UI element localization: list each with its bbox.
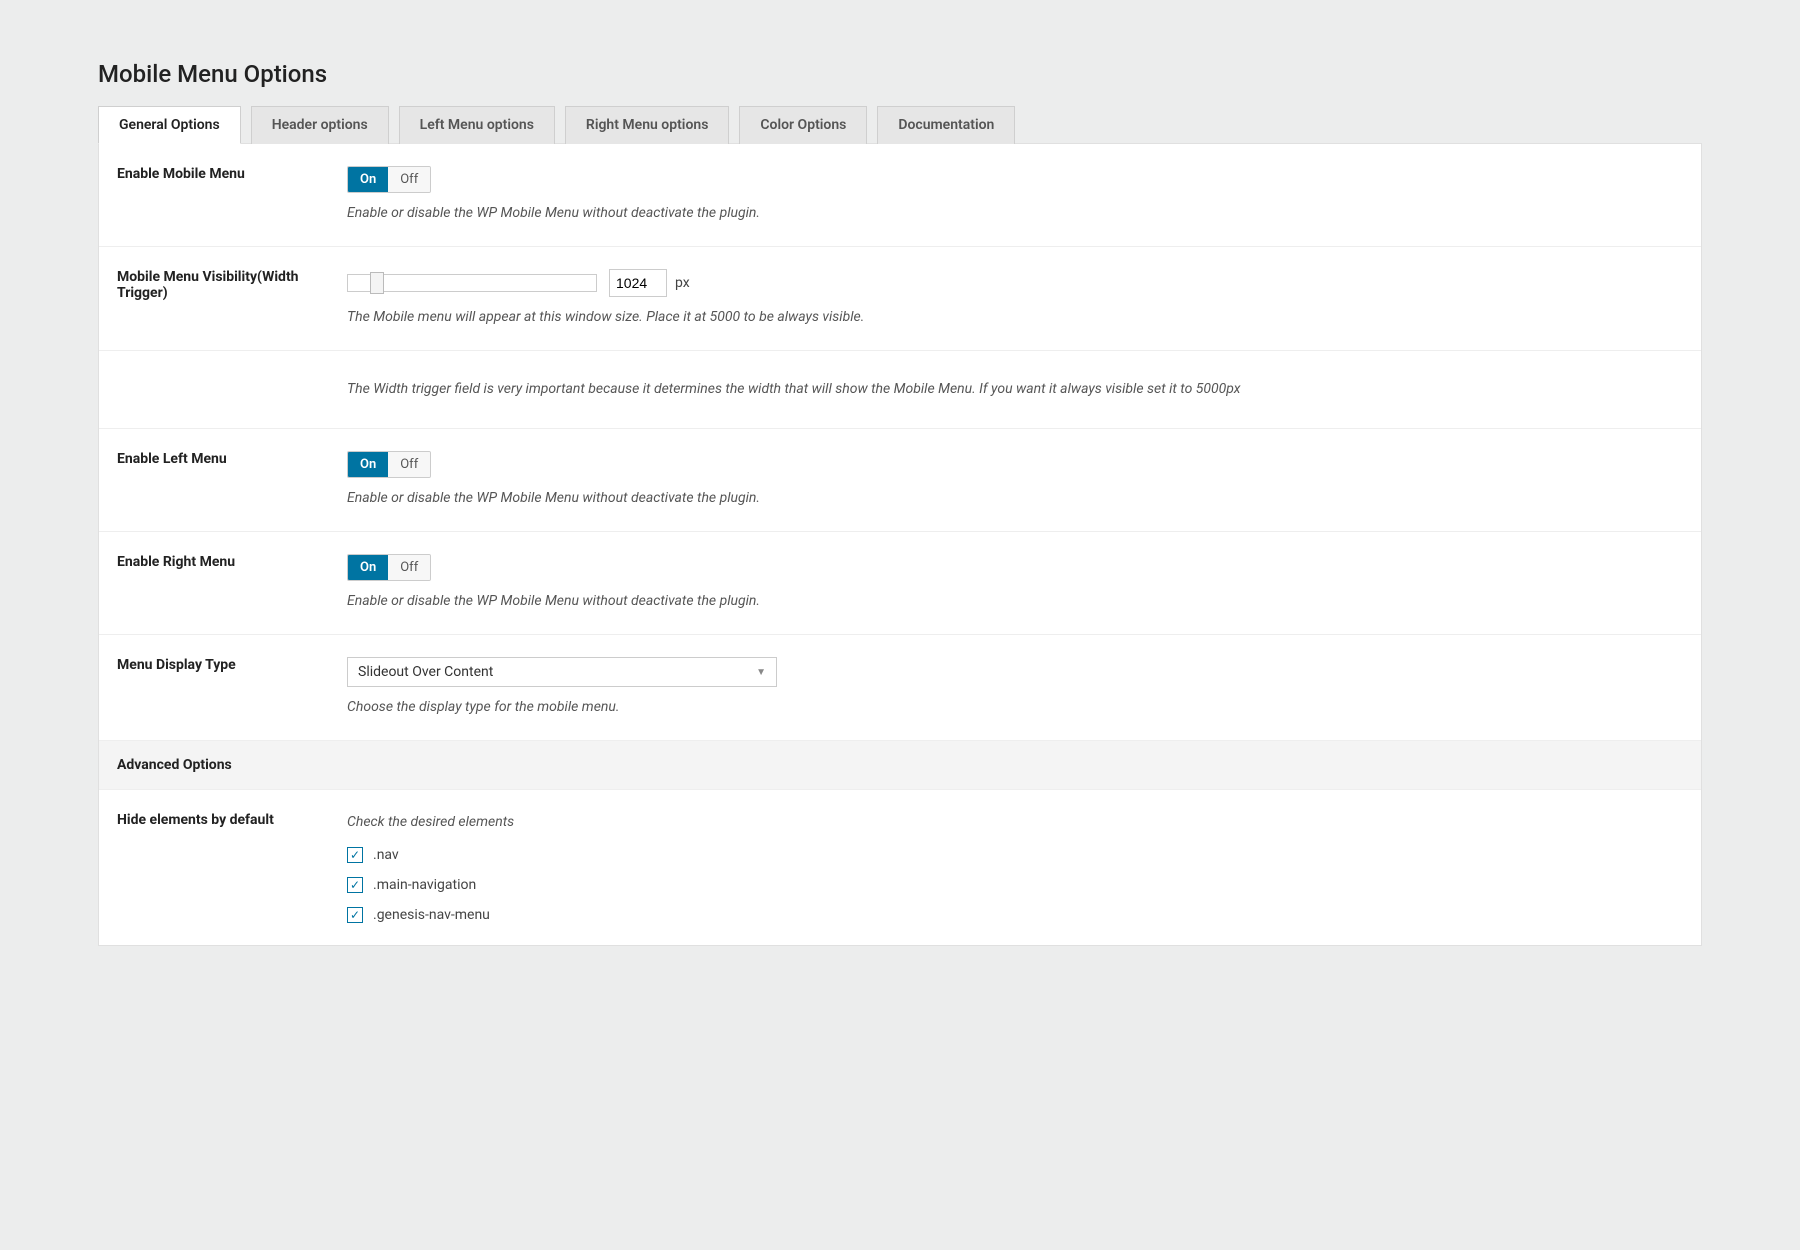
row-enable-left-menu: Enable Left Menu On Off Enable or disabl… — [99, 429, 1701, 532]
field-menu-display-type: Slideout Over Content ▼ Choose the displ… — [347, 657, 1683, 718]
select-value: Slideout Over Content — [358, 664, 493, 680]
toggle-enable-mobile-menu[interactable]: On Off — [347, 166, 431, 193]
toggle-off[interactable]: Off — [388, 555, 430, 580]
label-hide-elements: Hide elements by default — [117, 812, 347, 923]
advanced-options-header: Advanced Options — [99, 741, 1701, 790]
label-enable-left-menu: Enable Left Menu — [117, 451, 347, 509]
checkbox-nav[interactable]: ✓ — [347, 847, 363, 863]
label-width-trigger: Mobile Menu Visibility(Width Trigger) — [117, 269, 347, 328]
row-width-note: The Width trigger field is very importan… — [99, 351, 1701, 429]
desc-menu-display-type: Choose the display type for the mobile m… — [347, 697, 1683, 718]
desc-enable-mobile-menu: Enable or disable the WP Mobile Menu wit… — [347, 203, 1683, 224]
slider-handle[interactable] — [370, 272, 384, 294]
checkbox-row-main-navigation: ✓ .main-navigation — [347, 877, 1683, 893]
checkbox-label-nav: .nav — [373, 847, 399, 863]
toggle-on[interactable]: On — [348, 452, 388, 477]
row-enable-right-menu: Enable Right Menu On Off Enable or disab… — [99, 532, 1701, 635]
field-enable-left-menu: On Off Enable or disable the WP Mobile M… — [347, 451, 1683, 509]
width-trigger-input[interactable] — [609, 269, 667, 297]
toggle-off[interactable]: Off — [388, 167, 430, 192]
tab-documentation[interactable]: Documentation — [877, 106, 1015, 144]
checkbox-row-nav: ✓ .nav — [347, 847, 1683, 863]
label-enable-mobile-menu: Enable Mobile Menu — [117, 166, 347, 224]
row-menu-display-type: Menu Display Type Slideout Over Content … — [99, 635, 1701, 741]
toggle-off[interactable]: Off — [388, 452, 430, 477]
tab-general-options[interactable]: General Options — [98, 106, 241, 144]
row-enable-mobile-menu: Enable Mobile Menu On Off Enable or disa… — [99, 144, 1701, 247]
checkbox-row-genesis-nav-menu: ✓ .genesis-nav-menu — [347, 907, 1683, 923]
toggle-enable-right-menu[interactable]: On Off — [347, 554, 431, 581]
field-enable-right-menu: On Off Enable or disable the WP Mobile M… — [347, 554, 1683, 612]
desc-hide-elements: Check the desired elements — [347, 812, 1683, 833]
label-empty — [117, 379, 347, 400]
toggle-on[interactable]: On — [348, 167, 388, 192]
desc-width-trigger: The Mobile menu will appear at this wind… — [347, 307, 1683, 328]
checkbox-label-main-navigation: .main-navigation — [373, 877, 476, 893]
toggle-enable-left-menu[interactable]: On Off — [347, 451, 431, 478]
tabs-container: General Options Header options Left Menu… — [98, 106, 1702, 144]
row-width-trigger: Mobile Menu Visibility(Width Trigger) px… — [99, 247, 1701, 351]
width-note-text: The Width trigger field is very importan… — [347, 379, 1683, 400]
width-trigger-slider[interactable] — [347, 274, 597, 292]
width-trigger-unit: px — [675, 275, 690, 291]
tab-color-options[interactable]: Color Options — [739, 106, 867, 144]
row-hide-elements: Hide elements by default Check the desir… — [99, 790, 1701, 945]
field-width-trigger: px The Mobile menu will appear at this w… — [347, 269, 1683, 328]
desc-enable-right-menu: Enable or disable the WP Mobile Menu wit… — [347, 591, 1683, 612]
toggle-on[interactable]: On — [348, 555, 388, 580]
label-enable-right-menu: Enable Right Menu — [117, 554, 347, 612]
label-menu-display-type: Menu Display Type — [117, 657, 347, 718]
chevron-down-icon: ▼ — [756, 667, 766, 678]
tab-right-menu-options[interactable]: Right Menu options — [565, 106, 729, 144]
desc-enable-left-menu: Enable or disable the WP Mobile Menu wit… — [347, 488, 1683, 509]
checkbox-genesis-nav-menu[interactable]: ✓ — [347, 907, 363, 923]
settings-panel: Enable Mobile Menu On Off Enable or disa… — [98, 143, 1702, 946]
tab-left-menu-options[interactable]: Left Menu options — [399, 106, 555, 144]
field-hide-elements: Check the desired elements ✓ .nav ✓ .mai… — [347, 812, 1683, 923]
menu-display-type-select[interactable]: Slideout Over Content ▼ — [347, 657, 777, 687]
tab-header-options[interactable]: Header options — [251, 106, 389, 144]
field-width-note: The Width trigger field is very importan… — [347, 379, 1683, 400]
page-title: Mobile Menu Options — [98, 60, 1702, 88]
checkbox-label-genesis-nav-menu: .genesis-nav-menu — [373, 907, 490, 923]
checkbox-main-navigation[interactable]: ✓ — [347, 877, 363, 893]
field-enable-mobile-menu: On Off Enable or disable the WP Mobile M… — [347, 166, 1683, 224]
